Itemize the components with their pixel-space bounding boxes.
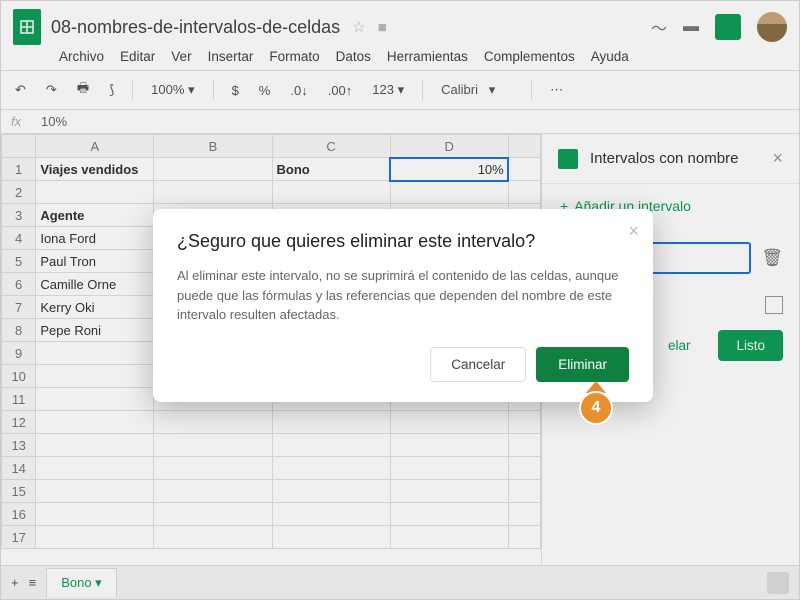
folder-icon[interactable]: ■ (378, 19, 387, 36)
callout-number: 4 (579, 391, 613, 425)
menu-datos[interactable]: Datos (336, 49, 371, 64)
menu-ayuda[interactable]: Ayuda (591, 49, 629, 64)
sheets-app-icon[interactable] (13, 9, 41, 45)
select-range-icon[interactable] (765, 296, 783, 314)
explore-icon[interactable] (767, 572, 789, 594)
sheet-tabs-bar: + ≡ Bono ▾ (1, 565, 799, 599)
col-header-b[interactable]: B (154, 135, 272, 158)
menu-bar: Archivo Editar Ver Insertar Formato Dato… (1, 45, 799, 71)
dialog-confirm-button[interactable]: Eliminar (536, 347, 629, 382)
delete-range-icon[interactable]: 🗑 (761, 248, 783, 268)
format-currency[interactable]: $ (228, 81, 243, 100)
col-header-d[interactable]: D (390, 135, 508, 158)
document-title[interactable]: 08-nombres-de-intervalos-de-celdas (51, 17, 340, 38)
add-sheet-icon[interactable]: + (11, 575, 19, 590)
format-percent[interactable]: % (255, 81, 275, 100)
avatar[interactable] (757, 12, 787, 42)
menu-ver[interactable]: Ver (171, 49, 191, 64)
title-bar: 08-nombres-de-intervalos-de-celdas ☆ ■ 〜… (1, 1, 799, 45)
dialog-body: Al eliminar este intervalo, no se suprim… (177, 266, 629, 325)
all-sheets-icon[interactable]: ≡ (29, 575, 37, 590)
menu-insertar[interactable]: Insertar (208, 49, 254, 64)
sheet-tab[interactable]: Bono ▾ (46, 568, 117, 597)
comments-icon[interactable]: ▬ (683, 18, 699, 36)
close-panel-icon[interactable]: × (772, 148, 783, 169)
decrease-decimal[interactable]: .0↓ (286, 81, 311, 100)
tutorial-callout: 4 (579, 381, 613, 425)
menu-herramientas[interactable]: Herramientas (387, 49, 468, 64)
col-header-e[interactable] (508, 135, 540, 158)
fx-icon: fx (11, 114, 41, 129)
formula-value[interactable]: 10% (41, 114, 67, 129)
menu-complementos[interactable]: Complementos (484, 49, 575, 64)
increase-decimal[interactable]: .00↑ (324, 81, 357, 100)
dialog-close-icon[interactable]: × (628, 221, 639, 242)
dialog-title: ¿Seguro que quieres eliminar este interv… (177, 231, 629, 252)
share-button[interactable] (715, 14, 741, 40)
trend-icon[interactable]: 〜 (651, 15, 667, 39)
cell[interactable]: Viajes vendidos (36, 158, 154, 181)
menu-formato[interactable]: Formato (269, 49, 319, 64)
confirm-delete-dialog: × ¿Seguro que quieres eliminar este inte… (153, 209, 653, 402)
redo-icon[interactable]: ↷ (42, 80, 61, 100)
panel-cancel-button[interactable]: elar (650, 330, 709, 361)
panel-done-button[interactable]: Listo (718, 330, 783, 361)
col-header-c[interactable]: C (272, 135, 390, 158)
menu-archivo[interactable]: Archivo (59, 49, 104, 64)
menu-editar[interactable]: Editar (120, 49, 155, 64)
toolbar: ↶ ↷ 🖶 ⟆ 100% ▾ $ % .0↓ .00↑ 123 ▾ Calibr… (1, 71, 799, 110)
col-header-a[interactable]: A (36, 135, 154, 158)
more-toolbar-icon[interactable]: ⋯ (546, 80, 567, 100)
select-all-corner[interactable] (2, 135, 36, 158)
undo-icon[interactable]: ↶ (11, 80, 30, 100)
cell[interactable]: Bono (272, 158, 390, 181)
font-select[interactable]: Calibri ▾ (437, 80, 517, 100)
panel-title: Intervalos con nombre (590, 150, 738, 167)
formula-bar[interactable]: fx 10% (1, 110, 799, 134)
cell-selected[interactable]: 10% (390, 158, 508, 181)
paint-format-icon[interactable]: ⟆ (105, 80, 118, 100)
sheets-mini-icon (558, 149, 578, 169)
zoom-select[interactable]: 100% ▾ (147, 80, 198, 100)
print-icon[interactable]: 🖶 (73, 77, 93, 103)
star-icon[interactable]: ☆ (352, 18, 365, 36)
number-format[interactable]: 123 ▾ (368, 80, 408, 100)
dialog-cancel-button[interactable]: Cancelar (430, 347, 526, 382)
